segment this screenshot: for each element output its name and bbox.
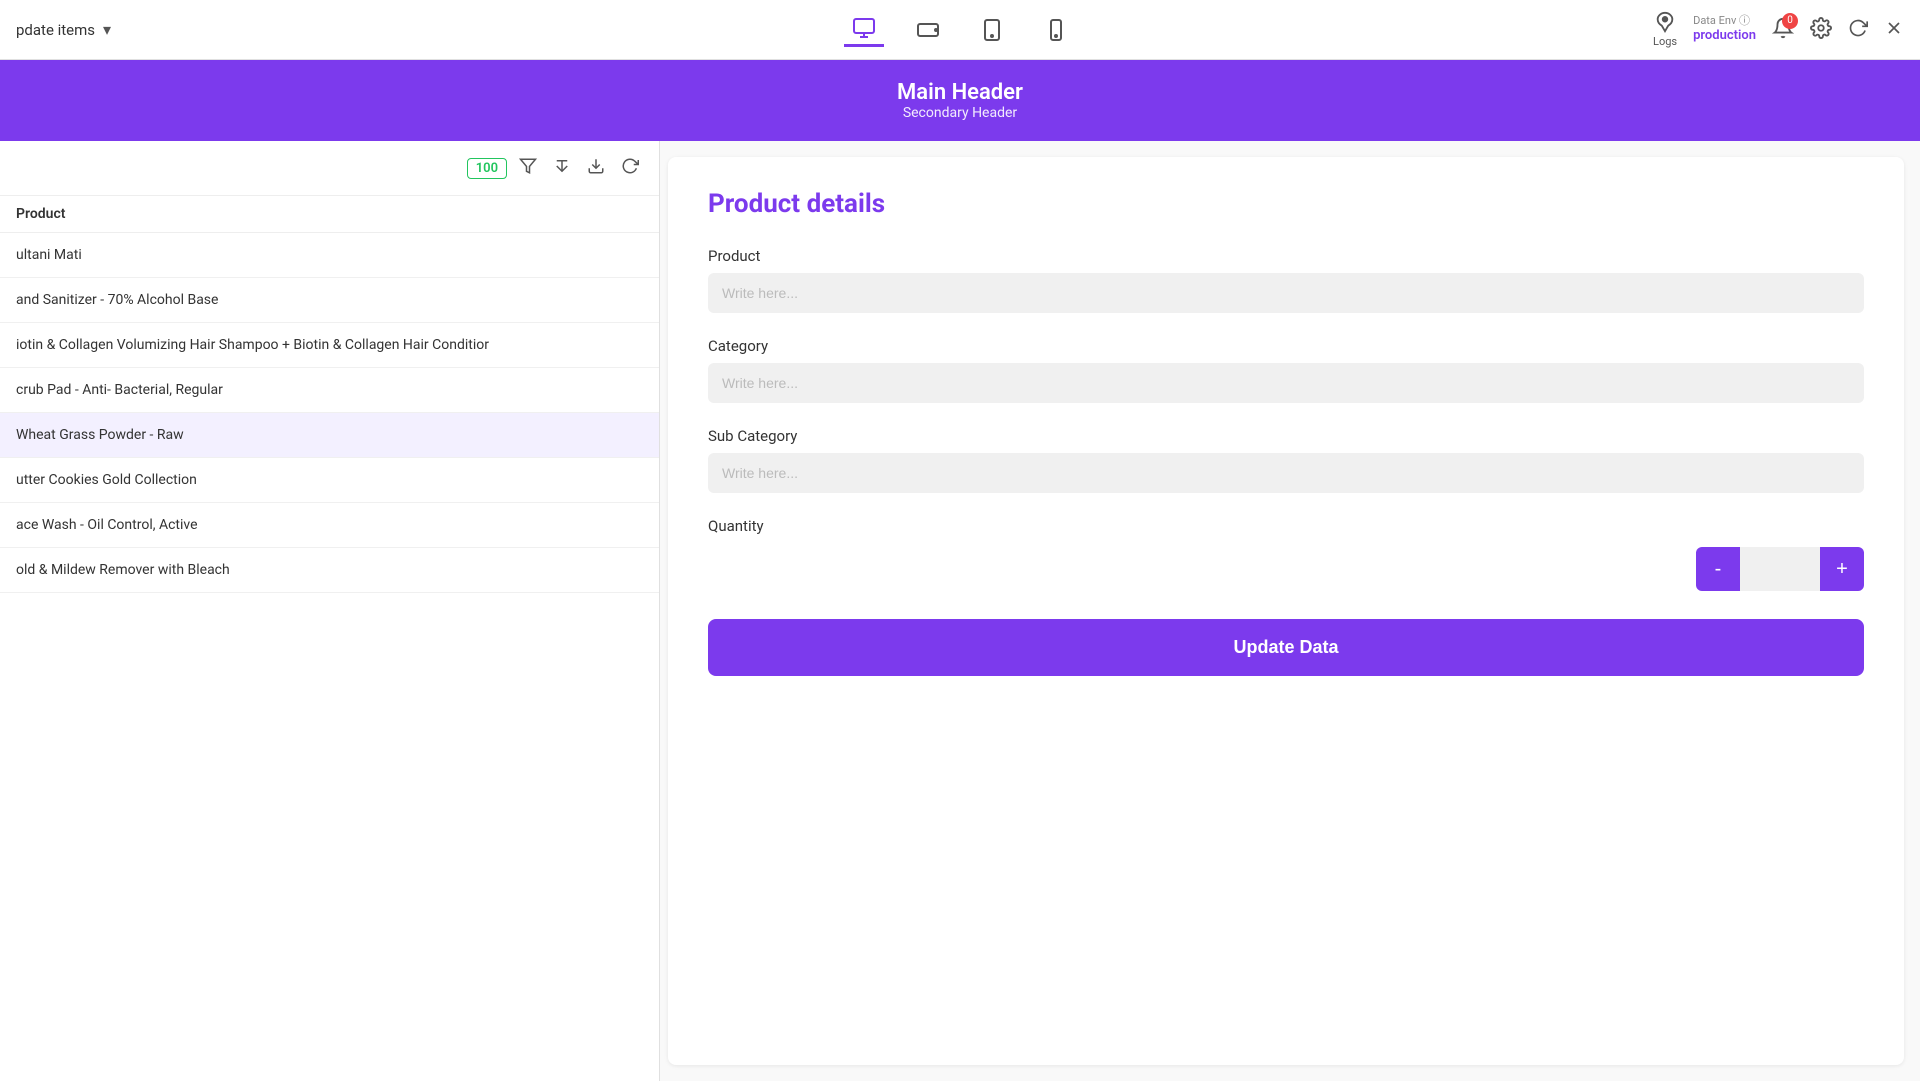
quantity-minus-button[interactable]: - <box>1696 547 1740 591</box>
data-env-section: Data Env ⓘ production <box>1693 14 1756 45</box>
category-input[interactable] <box>708 363 1864 403</box>
tablet-portrait-device-button[interactable] <box>972 14 1012 46</box>
filter-button[interactable] <box>515 153 541 183</box>
device-switcher <box>844 12 1076 47</box>
content-area: 100 Prod <box>0 141 1920 1081</box>
refresh-button[interactable] <box>1848 18 1868 42</box>
list-toolbar: 100 <box>0 141 659 196</box>
product-label: Product <box>708 247 1864 265</box>
list-item[interactable]: iotin & Collagen Volumizing Hair Shampoo… <box>0 323 659 368</box>
main-header-banner: Main Header Secondary Header <box>0 60 1920 141</box>
mobile-device-button[interactable] <box>1036 14 1076 46</box>
list-column-header: Product <box>0 196 659 233</box>
data-env-label: Data Env ⓘ <box>1693 14 1756 28</box>
toolbar-title: pdate items <box>16 21 95 39</box>
refresh-list-button[interactable] <box>617 153 643 183</box>
right-panel: Product details Product Category Sub Cat… <box>668 157 1904 1065</box>
sub-category-label: Sub Category <box>708 427 1864 445</box>
list-item[interactable]: ace Wash - Oil Control, Active <box>0 503 659 548</box>
list-item[interactable]: ultani Mati <box>0 233 659 278</box>
quantity-label: Quantity <box>708 517 1864 535</box>
list-item[interactable]: old & Mildew Remover with Bleach <box>0 548 659 593</box>
notifications-button[interactable]: 0 <box>1772 17 1794 43</box>
list-item[interactable]: and Sanitizer - 70% Alcohol Base <box>0 278 659 323</box>
product-input[interactable] <box>708 273 1864 313</box>
desktop-device-button[interactable] <box>844 12 884 47</box>
sub-category-field: Sub Category <box>708 427 1864 493</box>
toolbar: pdate items ▾ <box>0 0 1920 60</box>
count-badge: 100 <box>467 158 507 179</box>
sub-category-input[interactable] <box>708 453 1864 493</box>
list-item[interactable]: crub Pad - Anti- Bacterial, Regular <box>0 368 659 413</box>
notification-badge: 0 <box>1782 13 1798 29</box>
main-header-subtitle: Secondary Header <box>20 105 1900 121</box>
quantity-controls: - + <box>708 547 1864 591</box>
quantity-section: Quantity - + <box>708 517 1864 591</box>
main-header-title: Main Header <box>20 80 1900 105</box>
logs-button[interactable]: Logs <box>1653 11 1677 48</box>
download-button[interactable] <box>583 153 609 183</box>
tablet-landscape-device-button[interactable] <box>908 14 948 46</box>
update-data-button[interactable]: Update Data <box>708 619 1864 676</box>
close-button[interactable] <box>1884 18 1904 42</box>
quantity-input[interactable] <box>1740 547 1820 591</box>
category-field: Category <box>708 337 1864 403</box>
sort-button[interactable] <box>549 153 575 183</box>
quantity-plus-button[interactable]: + <box>1820 547 1864 591</box>
dropdown-icon[interactable]: ▾ <box>103 20 111 39</box>
category-label: Category <box>708 337 1864 355</box>
left-panel: 100 Prod <box>0 141 660 1081</box>
list-item-selected[interactable]: Wheat Grass Powder - Raw <box>0 413 659 458</box>
product-details-title: Product details <box>708 189 1864 219</box>
logs-label: Logs <box>1653 35 1677 48</box>
toolbar-right: Logs Data Env ⓘ production 0 <box>1653 11 1904 48</box>
data-env-value: production <box>1693 28 1756 45</box>
product-field: Product <box>708 247 1864 313</box>
settings-button[interactable] <box>1810 17 1832 43</box>
toolbar-left: pdate items ▾ <box>16 20 316 39</box>
product-list: ultani Mati and Sanitizer - 70% Alcohol … <box>0 233 659 1081</box>
list-item[interactable]: utter Cookies Gold Collection <box>0 458 659 503</box>
